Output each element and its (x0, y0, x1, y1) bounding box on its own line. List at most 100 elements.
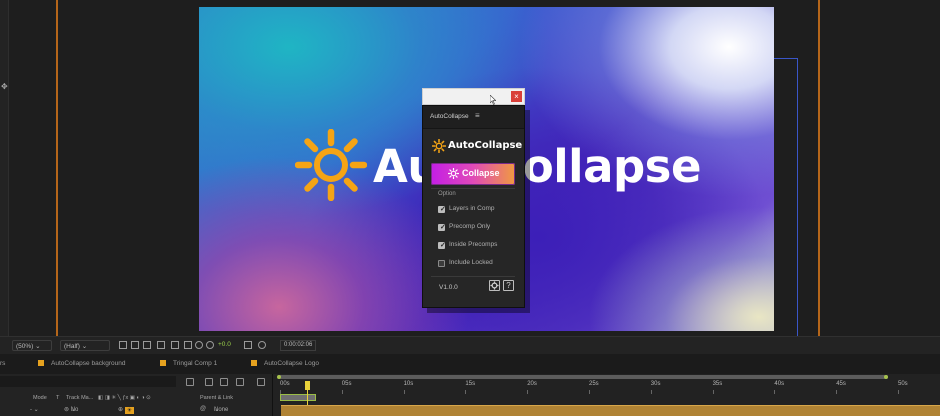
option-checkbox[interactable]: ✓ (438, 242, 446, 249)
brand-text: AutoCollapse (448, 140, 523, 151)
composition-viewer[interactable]: ✥ AutoCollapse × AutoCollapse ≡ AutoColl… (0, 0, 940, 336)
ruler-tick (341, 390, 343, 394)
floating-window-titlebar[interactable]: × (422, 88, 525, 105)
exposure-icon[interactable] (206, 341, 214, 349)
column-track-matte: Track Ma... (66, 395, 94, 401)
current-time-display[interactable]: 0:00:02:06 (280, 340, 316, 351)
ruler-label: 40s (774, 381, 785, 387)
zoom-dropdown[interactable]: (50%) ⌄ (12, 340, 52, 351)
transparency-grid-icon[interactable] (131, 341, 139, 349)
help-button[interactable]: ? (503, 280, 514, 291)
ruler-tick (898, 390, 899, 394)
show-snapshot-icon[interactable] (258, 341, 266, 349)
label-color-swatch (251, 360, 257, 366)
motion-blur-icon[interactable] (236, 378, 244, 386)
mouse-cursor-icon (490, 95, 496, 105)
chevron-down-icon: ⌄ (81, 343, 88, 350)
parent-pickwhip-icon[interactable]: @ (200, 406, 206, 412)
ruler-tick (403, 390, 405, 394)
work-area-end-handle[interactable] (883, 375, 888, 379)
track-matte-value: No (70, 407, 79, 413)
brand-sun-icon (432, 139, 446, 153)
option-label: Include Locked (449, 259, 493, 266)
resolution-value: (Half) (64, 343, 80, 350)
color-management-icon[interactable] (184, 341, 192, 349)
fast-previews-icon[interactable] (195, 341, 203, 349)
resolution-dropdown[interactable]: (Half) ⌄ (60, 340, 110, 351)
option-checkbox[interactable]: ✓ (438, 224, 446, 231)
option-label: Layers in Comp (449, 205, 495, 212)
option-checkbox[interactable]: ✓ (438, 206, 446, 213)
tab-tringal-comp-1[interactable]: Tringal Comp 1 (160, 360, 217, 367)
ruler-tick (836, 390, 838, 394)
settings-button[interactable] (489, 280, 500, 291)
guide-line-right[interactable] (818, 0, 820, 336)
mode-dropdown[interactable]: - ⌄ (30, 406, 39, 413)
ruler-tick (650, 390, 652, 394)
tab-autocollapse-logo[interactable]: AutoCollapse Logo (251, 360, 319, 367)
parent-dropdown[interactable]: None ⌄ (214, 406, 228, 413)
shy-layers-icon[interactable] (205, 378, 213, 386)
pan-behind-icon: ✥ (1, 82, 8, 91)
ruler-label: 20s (527, 381, 537, 387)
ruler-label: 45s (836, 381, 846, 387)
panel-menu-icon[interactable]: ≡ (475, 111, 480, 120)
guides-icon[interactable] (157, 341, 165, 349)
timeline-layer-panel: Mode T Track Ma... ◧ ◨ ✳ ╲ ƒx ▣ ◐ ◑ ⊙ Pa… (0, 374, 273, 416)
ruler-label: 50s (898, 381, 908, 387)
ruler-label: 10s (403, 381, 414, 387)
tab-label: AutoCollapse Logo (264, 360, 319, 367)
zoom-value: (50%) (16, 343, 34, 350)
close-window-button[interactable]: × (511, 91, 522, 102)
label-color-swatch (160, 360, 166, 366)
tab-partial[interactable]: rs (0, 360, 5, 367)
chevron-down-icon: ⌄ (35, 343, 41, 350)
work-area-bar[interactable] (277, 375, 888, 379)
panel-tab-label: AutoCollapse (430, 113, 469, 120)
panel-footer: V1.0.0 ? (431, 276, 515, 293)
solo-switch[interactable]: ☀ (124, 407, 135, 414)
ruler-label: 00s (280, 381, 290, 387)
ruler-label: 25s (589, 381, 599, 387)
guide-line-left[interactable] (56, 0, 58, 336)
work-area-start-handle[interactable] (277, 375, 281, 379)
label-color-swatch (38, 360, 44, 366)
tab-label: AutoCollapse background (51, 360, 126, 367)
panel-tab[interactable]: AutoCollapse ≡ (423, 106, 524, 129)
layer-switches[interactable]: ⊕ ☀ − (118, 406, 135, 414)
ruler-tick (774, 390, 776, 394)
layer-row[interactable]: - ⌄ ⊚ No ⌄ ⊕ ☀ − @ None ⌄ (0, 405, 272, 416)
tab-autocollapse-background[interactable]: AutoCollapse background (38, 360, 125, 367)
collapse-button[interactable]: Collapse (431, 163, 515, 185)
composition-tabs: rs AutoCollapse background Tringal Comp … (0, 354, 940, 375)
column-mode: Mode (33, 395, 47, 401)
switches-icons: ◧ ◨ ✳ ╲ ƒx ▣ ◐ ◑ ⊙ (98, 395, 151, 401)
left-panel-edge: ✥ (0, 0, 9, 336)
sun-logo-icon (295, 129, 367, 201)
option-checkbox[interactable] (438, 260, 445, 267)
layer-duration-bar[interactable] (281, 405, 940, 416)
option-label: Inside Precomps (449, 241, 498, 248)
timeline-panel: Mode T Track Ma... ◧ ◨ ✳ ╲ ƒx ▣ ◐ ◑ ⊙ Pa… (0, 374, 940, 416)
ruler-label: 30s (650, 381, 661, 387)
mask-visibility-icon[interactable] (143, 341, 151, 349)
ruler-tick (589, 390, 590, 394)
preview-range-bar[interactable] (280, 394, 316, 401)
frame-blending-icon[interactable] (220, 378, 228, 386)
layer-search-input[interactable] (0, 376, 176, 387)
option-title: Option (438, 191, 456, 197)
graph-editor-icon[interactable] (257, 378, 265, 386)
collapse-sun-icon (448, 168, 459, 179)
exposure-value[interactable]: +0.0 (218, 341, 231, 348)
channel-icon[interactable] (171, 341, 179, 349)
region-of-interest-icon[interactable] (119, 341, 127, 349)
track-matte-dropdown[interactable]: ⊚ No ⌄ (64, 406, 79, 413)
tab-label: Tringal Comp 1 (173, 360, 218, 367)
comp-flowchart-icon[interactable] (186, 378, 194, 386)
camera-icon[interactable] (244, 341, 252, 349)
ruler-label: 15s (465, 381, 476, 387)
layer-bounding-outline (773, 58, 798, 336)
checkmark-icon: ✓ (440, 206, 446, 213)
playhead-handle[interactable] (305, 381, 311, 390)
time-ruler[interactable]: 00s 05s 10s 15s 20s 25s 30s 35s 40s 45s 50s (277, 374, 940, 416)
